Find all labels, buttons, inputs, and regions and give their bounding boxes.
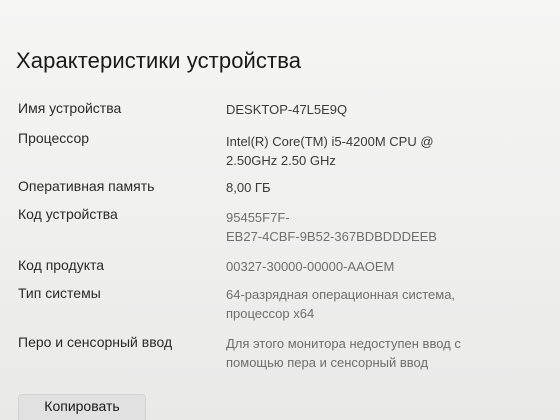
spec-value-system-type: 64-разрядная операционная система, проце… (226, 285, 455, 323)
spec-value-line: EB27-4CBF-9B52-367BDBDDDEEB (226, 229, 437, 244)
spec-value-device-id: 95455F7F- EB27-4CBF-9B52-367BDBDDDEEB (226, 208, 437, 246)
copy-button-label: Копировать (44, 398, 120, 414)
spec-value-line: 8,00 ГБ (226, 180, 271, 195)
spec-value-line: Intel(R) Core(TM) i5-4200M CPU @ (226, 134, 434, 149)
spec-value-line: DESKTOP-47L5E9Q (226, 102, 348, 117)
spec-value-device-name: DESKTOP-47L5E9Q (226, 100, 347, 119)
spec-value-pen-touch: Для этого монитора недоступен ввод с пом… (226, 334, 461, 372)
spec-label-device-name: Имя устройства (18, 100, 122, 116)
copy-button[interactable]: Копировать (18, 394, 146, 420)
spec-label-ram: Оперативная память (18, 178, 155, 194)
spec-value-line: помощью пера и сенсорный ввод (226, 355, 429, 370)
spec-value-line: процессор x64 (226, 306, 315, 321)
spec-value-processor: Intel(R) Core(TM) i5-4200M CPU @ 2.50GHz… (226, 132, 434, 170)
device-specs-page: Характеристики устройства Имя устройства… (0, 0, 560, 420)
spec-label-product-id: Код продукта (18, 257, 105, 273)
spec-value-ram: 8,00 ГБ (226, 178, 270, 197)
spec-value-line: 00327-30000-00000-AAOEM (226, 259, 395, 274)
spec-label-system-type: Тип системы (18, 285, 101, 301)
spec-value-line: 2.50GHz 2.50 GHz (226, 153, 336, 168)
spec-value-line: 64-разрядная операционная система, (226, 287, 456, 302)
spec-value-product-id: 00327-30000-00000-AAOEM (226, 257, 394, 276)
spec-label-pen-touch: Перо и сенсорный ввод (18, 334, 173, 350)
spec-value-line: 95455F7F- (226, 210, 290, 225)
spec-label-device-id: Код устройства (18, 206, 118, 222)
specs-list: Имя устройства DESKTOP-47L5E9Q Процессор… (0, 0, 560, 420)
spec-label-processor: Процессор (18, 130, 90, 146)
spec-value-line: Для этого монитора недоступен ввод с (226, 336, 461, 351)
